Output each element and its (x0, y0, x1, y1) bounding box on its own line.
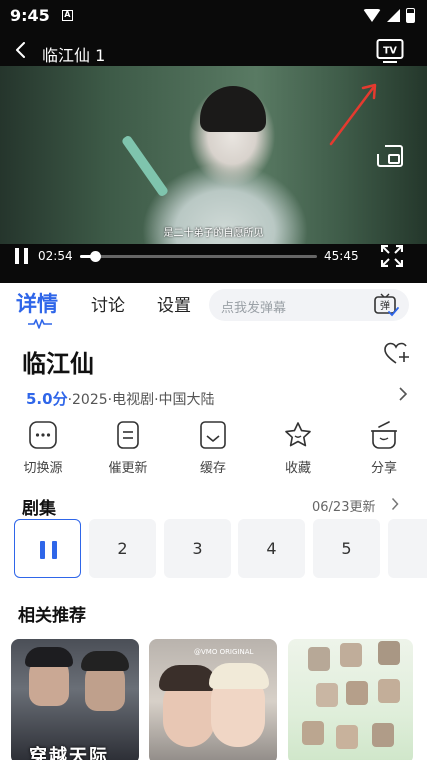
poster-figure (81, 651, 129, 671)
playback-controls: 02:54 45:45 (0, 244, 427, 270)
poster-figure (346, 681, 368, 705)
poster-figure (340, 643, 362, 667)
recommend-heading: 相关推荐 (18, 606, 86, 626)
share-icon (371, 421, 397, 449)
current-time: 02:54 (38, 249, 73, 263)
rating-score: 5.0分 (26, 390, 68, 408)
switch-source-label: 切换源 (23, 461, 63, 476)
poster-figure (159, 665, 217, 691)
action-row: 切换源 催更新 缓存 收藏 分享 (0, 420, 427, 486)
update-request-label: 催更新 (108, 461, 148, 476)
tab-settings[interactable]: 设置 (157, 291, 191, 316)
share-label: 分享 (370, 461, 397, 476)
danmaku-toggle-icon[interactable]: 弹 (373, 293, 399, 317)
poster-figure (372, 723, 394, 747)
wifi-icon (363, 8, 381, 22)
back-arrow-icon[interactable] (13, 42, 29, 58)
poster-figure (378, 641, 400, 665)
frame-figure (200, 86, 266, 132)
episode-title: 临江仙 1 (42, 46, 106, 65)
poster-figure (25, 647, 73, 667)
update-request-icon (117, 421, 139, 449)
playing-pause-icon (40, 541, 57, 559)
download-cache-icon (200, 421, 226, 449)
recommend-poster[interactable]: 穿越天际 (11, 639, 139, 760)
episode-item[interactable]: 5 (313, 519, 380, 578)
episode-item[interactable]: 2 (89, 519, 156, 578)
cache-button[interactable]: 缓存 (178, 420, 248, 476)
annotation-arrow-icon (329, 83, 377, 146)
episodes-update-text[interactable]: 06/23更新 (312, 496, 375, 515)
poster-figure (302, 721, 324, 745)
recommend-poster[interactable] (288, 639, 413, 760)
recommend-poster[interactable]: @VMO ORIGINAL (149, 639, 277, 760)
poster-figure (378, 679, 400, 703)
switch-source-button[interactable]: 切换源 (8, 420, 78, 476)
tab-discussion[interactable]: 讨论 (91, 291, 125, 316)
svg-text:TV: TV (383, 46, 397, 57)
seek-thumb[interactable] (90, 251, 102, 262)
status-time: 9:45 (10, 5, 50, 25)
update-request-button[interactable]: 催更新 (93, 420, 163, 476)
poster-figure (316, 683, 338, 707)
seek-bar[interactable] (80, 251, 317, 262)
cache-label: 缓存 (199, 461, 226, 476)
status-icons (363, 7, 415, 23)
picture-in-picture-icon[interactable] (376, 144, 404, 168)
pause-icon[interactable] (15, 248, 29, 264)
signal-icon (387, 8, 400, 22)
total-time: 45:45 (324, 249, 359, 263)
fullscreen-icon[interactable] (381, 245, 403, 267)
battery-icon (406, 7, 415, 23)
episode-item-partial[interactable] (388, 519, 427, 578)
show-meta[interactable]: 5.0分·2025·电视剧·中国大陆 (26, 388, 215, 409)
poster-title: 穿越天际 (29, 746, 109, 760)
video-subtitle: 是二十弟子的自愿所见 (163, 228, 264, 239)
status-bar: 9:45 A (0, 0, 427, 30)
video-player[interactable]: 是二十弟子的自愿所见 9:45 A 临江仙 1 TV 02:54 45:45 (0, 0, 427, 283)
frame-sword (120, 134, 170, 198)
chevron-right-icon[interactable] (398, 386, 408, 402)
show-title: 临江仙 (22, 350, 94, 378)
poster-figure (308, 647, 330, 671)
detail-tabs: 详情 讨论 设置 点我发弹幕 弹 (0, 283, 427, 331)
episodes-heading: 剧集 (22, 499, 56, 519)
player-topbar: 临江仙 1 TV (0, 34, 427, 68)
favorite-label: 收藏 (284, 461, 311, 476)
chevron-right-icon[interactable] (391, 497, 399, 511)
active-tab-indicator (28, 319, 52, 329)
share-button[interactable]: 分享 (349, 420, 419, 476)
tv-cast-icon[interactable]: TV (376, 38, 404, 64)
danmaku-icon-char: 弹 (380, 299, 390, 312)
episode-1-playing[interactable] (14, 519, 81, 578)
poster-figure (336, 725, 358, 749)
switch-source-icon (29, 421, 57, 449)
show-meta-info: ·2025·电视剧·中国大陆 (67, 392, 215, 408)
follow-heart-icon[interactable] (384, 342, 410, 366)
star-favorite-icon (285, 422, 311, 447)
tab-details[interactable]: 详情 (16, 288, 58, 318)
poster-tag: @VMO ORIGINAL (194, 648, 254, 656)
episode-item[interactable]: 4 (238, 519, 305, 578)
a-notification-icon: A (61, 9, 73, 21)
episode-item[interactable]: 3 (164, 519, 231, 578)
favorite-button[interactable]: 收藏 (263, 420, 333, 476)
poster-figure (209, 663, 269, 689)
